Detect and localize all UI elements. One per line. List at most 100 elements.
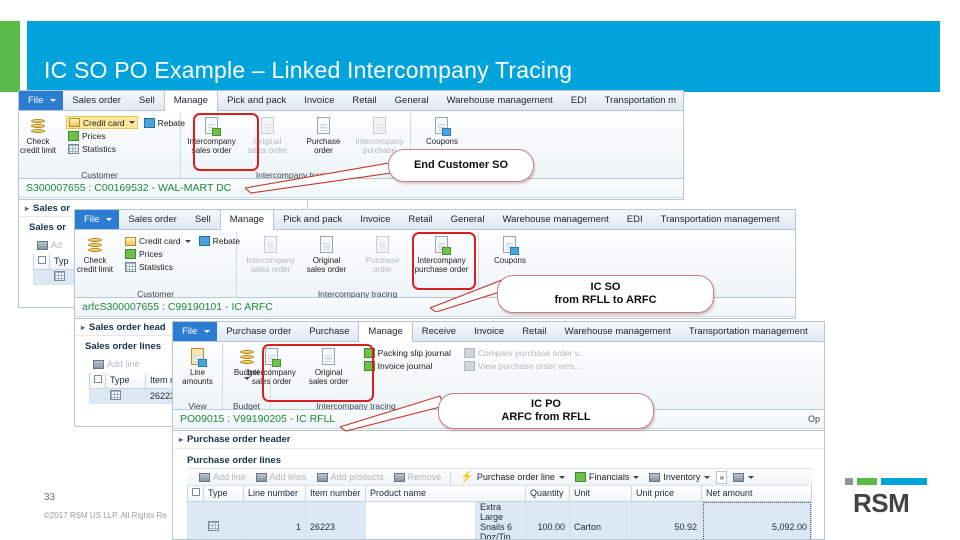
tab-transportation-management[interactable]: Transportation m (596, 91, 683, 110)
credit-card-button[interactable]: Credit card (66, 116, 138, 129)
row-unit[interactable]: Carton (569, 500, 632, 539)
tab-transportation-management-2[interactable]: Transportation management (652, 210, 789, 229)
row-quantity[interactable]: 100.00 (525, 500, 570, 539)
intercompany-purchase-order-button-2[interactable]: Intercompany purchase order (412, 234, 472, 274)
tab-sales-order-2[interactable]: Sales order (119, 210, 186, 229)
tab-edi[interactable]: EDI (562, 91, 596, 110)
tab-warehouse-management-2[interactable]: Warehouse management (493, 210, 617, 229)
column-type-2[interactable]: Type (105, 373, 146, 389)
purchase-order-lines-grid[interactable]: Type Line number Item number Product nam… (187, 486, 812, 539)
statistics-button-2[interactable]: Statistics (123, 261, 242, 273)
prices-button-2[interactable]: Prices (123, 248, 242, 260)
file-tab[interactable]: File (19, 91, 64, 110)
line-amounts-button[interactable]: Line amounts (176, 346, 220, 386)
tab-manage-2[interactable]: Manage (219, 210, 275, 230)
tab-general-3[interactable]: Ger (817, 322, 824, 341)
purchase-order-icon (315, 116, 333, 136)
tab-purchase-3[interactable]: Purchase (300, 322, 358, 341)
packing-slip-journal-button[interactable]: Packing slip journal (362, 347, 453, 359)
column-unit-price[interactable]: Unit price (631, 486, 702, 502)
tab-manage-3[interactable]: Manage (358, 322, 413, 342)
table-row[interactable]: 1 26223 Extra Large Snails 6 Doz/Tin 28 … (187, 500, 812, 539)
row-product-name-blank[interactable] (365, 500, 476, 539)
chevron-down-icon (128, 121, 135, 124)
original-sales-order-button-3[interactable]: Original sales order (302, 346, 356, 386)
column-line-number[interactable]: Line number (243, 486, 306, 502)
tab-pick-and-pack[interactable]: Pick and pack (218, 91, 295, 110)
chevron-down-icon (704, 475, 711, 479)
tab-retail-3[interactable]: Retail (513, 322, 555, 341)
purchase-order-button[interactable]: Purchase order (297, 115, 351, 155)
tab-general[interactable]: General (386, 91, 438, 110)
rebate-button-2[interactable]: Rebate (197, 235, 242, 247)
coupons-button-2[interactable]: Coupons (483, 234, 537, 265)
row-item-number[interactable]: 26223 (305, 500, 366, 539)
purchase-order-label: Purchase order (306, 137, 341, 155)
tab-sell-2[interactable]: Sell (186, 210, 220, 229)
select-all-checkbox-header[interactable] (33, 254, 50, 270)
purchase-order-header-label: Purchase order header (187, 434, 291, 445)
ribbon-tabs[interactable]: File Sales order Sell Manage Pick and pa… (19, 91, 683, 111)
file-tab-label: File (182, 326, 198, 337)
check-credit-limit-button[interactable]: Check credit limit (19, 115, 64, 155)
select-all-checkbox-header-2[interactable] (89, 373, 106, 389)
section-purchase-order-header[interactable]: ▸ Purchase order header (173, 431, 824, 449)
tab-warehouse-management-3[interactable]: Warehouse management (555, 322, 679, 341)
column-net-amount[interactable]: Net amount (701, 486, 812, 502)
prices-button[interactable]: Prices (66, 130, 187, 142)
statistics-button[interactable]: Statistics (66, 143, 187, 155)
tab-purchase-order-3[interactable]: Purchase order (217, 322, 300, 341)
overflow-label: » (719, 472, 724, 482)
tab-warehouse-management[interactable]: Warehouse management (437, 91, 561, 110)
tab-manage[interactable]: Manage (163, 91, 219, 111)
ribbon-tabs-3[interactable]: File Purchase order Purchase Manage Rece… (173, 322, 824, 342)
tab-receive-3[interactable]: Receive (413, 322, 465, 341)
callout-ic-po: IC PO ARFC from RFLL (438, 393, 654, 429)
tab-general-2[interactable]: General (442, 210, 494, 229)
chevron-down-icon (633, 475, 640, 479)
compare-purchase-order-versions-button: Compare purchase order v... (462, 347, 588, 359)
row-net-amount[interactable]: 5,092.00 (701, 500, 812, 539)
tab-sell[interactable]: Sell (130, 91, 164, 110)
check-credit-limit-button-2[interactable]: Check credit limit (75, 234, 121, 274)
tab-pick-and-pack-2[interactable]: Pick and pack (274, 210, 351, 229)
purchase-order-line-button[interactable]: ⚡ Purchase order line (456, 471, 569, 483)
overflow-button[interactable]: » (716, 470, 727, 484)
file-tab-3[interactable]: File (173, 322, 218, 341)
purchase-order-lines-toolbar[interactable]: Add line Add lines Add products Remove ⚡… (187, 468, 812, 486)
row-selector[interactable] (187, 500, 204, 539)
original-sales-order-icon (320, 347, 338, 367)
column-product-name[interactable]: Product name (365, 486, 526, 502)
rsm-logo-word: RSM (853, 488, 910, 518)
row-line-number[interactable]: 1 (243, 500, 306, 539)
tab-invoice-3[interactable]: Invoice (465, 322, 513, 341)
column-quantity[interactable]: Quantity (525, 486, 570, 502)
tab-retail[interactable]: Retail (343, 91, 385, 110)
credit-card-button-2[interactable]: Credit card (123, 235, 193, 247)
attachments-button[interactable] (729, 472, 758, 482)
coupons-button[interactable]: Coupons (415, 115, 469, 146)
financials-button[interactable]: Financials (571, 472, 644, 482)
row-unit-price[interactable]: 50.92 (631, 500, 702, 539)
ribbon-tabs-2[interactable]: File Sales order Sell Manage Pick and pa… (75, 210, 795, 230)
inventory-button[interactable]: Inventory (645, 472, 714, 482)
tab-invoice-2[interactable]: Invoice (351, 210, 399, 229)
tab-sales-order[interactable]: Sales order (63, 91, 130, 110)
copyright-text: ©2017 RSM US LLP. All Rights Re (44, 511, 167, 520)
invoice-journal-button[interactable]: Invoice journal (362, 360, 453, 372)
tab-invoice[interactable]: Invoice (295, 91, 343, 110)
original-sales-order-button-2[interactable]: Original sales order (300, 234, 354, 274)
column-unit[interactable]: Unit (569, 486, 632, 502)
column-item-number[interactable]: Item number (305, 486, 366, 502)
intercompany-sales-order-button[interactable]: Intercompany sales order (185, 115, 239, 155)
tab-transportation-management-3[interactable]: Transportation management (680, 322, 817, 341)
column-type[interactable]: Type (203, 486, 244, 502)
purchase-order-lines-label: Purchase order lines (187, 454, 281, 466)
tab-retail-2[interactable]: Retail (399, 210, 441, 229)
intercompany-sales-order-button-3[interactable]: Intercompany sales order (245, 346, 299, 386)
file-tab-2[interactable]: File (75, 210, 120, 229)
row-product-name[interactable]: Extra Large Snails 6 Doz/Tin 28 Oz./... (475, 500, 526, 539)
coins-icon (85, 235, 105, 255)
tab-edi-2[interactable]: EDI (618, 210, 652, 229)
select-all-checkbox-header[interactable] (187, 486, 204, 502)
